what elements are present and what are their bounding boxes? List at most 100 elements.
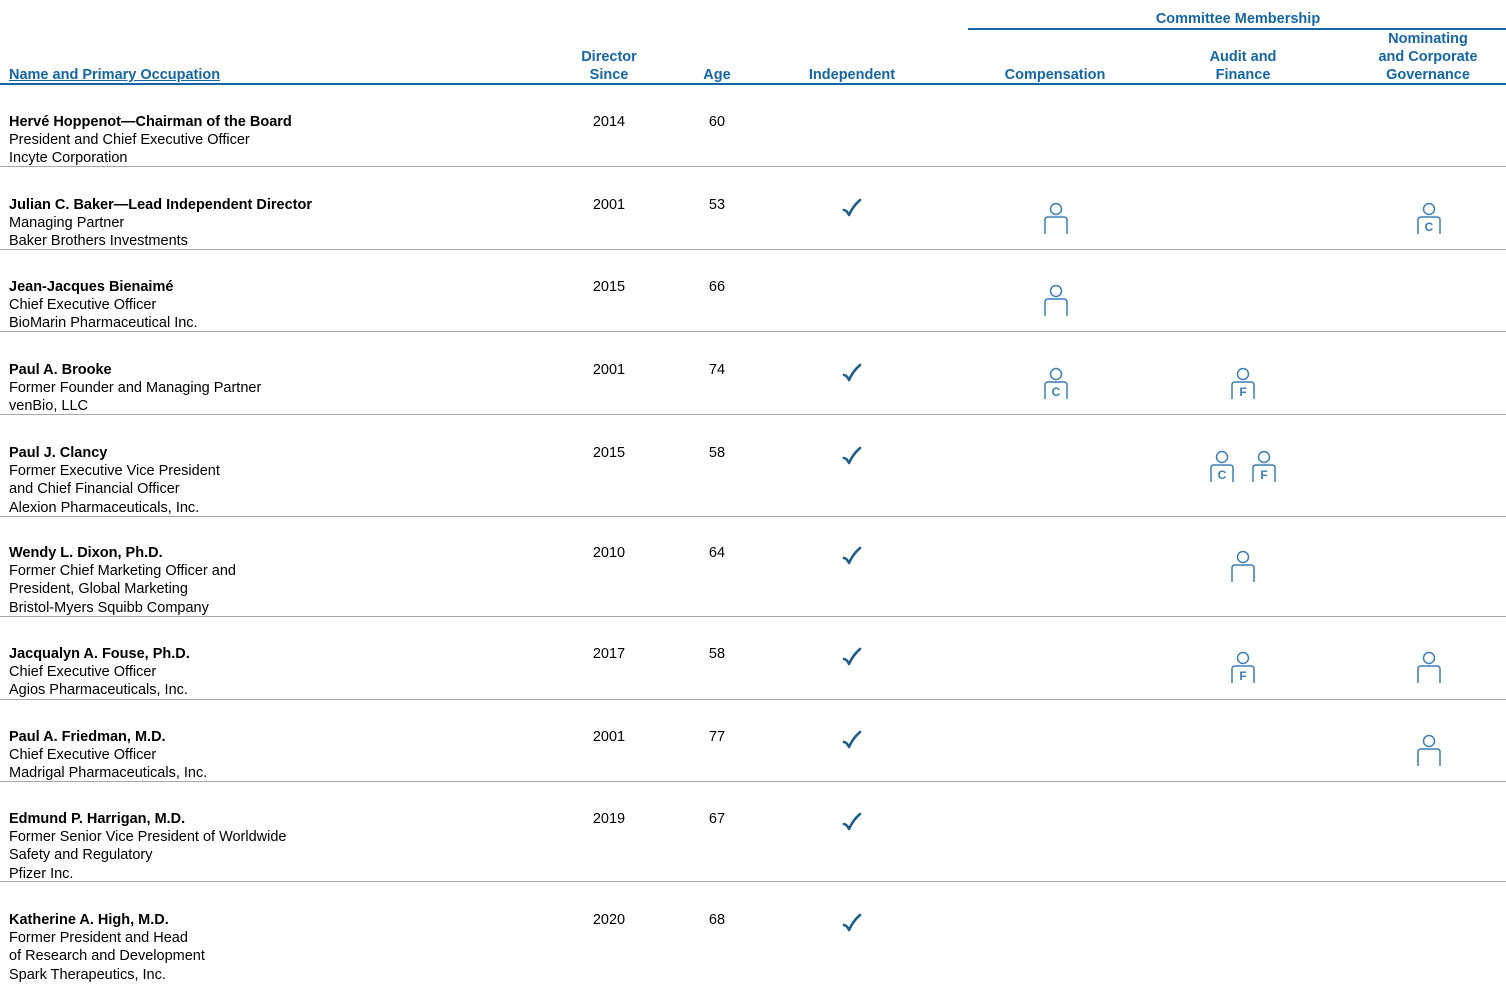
age-value: 64 [708, 545, 726, 561]
age-value: 67 [708, 811, 726, 827]
director-since-value: 2017 [592, 646, 626, 662]
director-occupation-line: BioMarin Pharmaceutical Inc. [9, 315, 198, 332]
director-occupation-line: President, Global Marketing [9, 581, 188, 598]
director-since-value: 2001 [592, 362, 626, 378]
independent-checkmark-icon [841, 198, 863, 218]
director-name: Edmund P. Harrigan, M.D. [9, 811, 186, 827]
independent-checkmark-icon [841, 446, 863, 466]
row-separator [0, 414, 1506, 415]
director-name: Hervé Hoppenot—Chairman of the Board [9, 114, 292, 130]
director-name: Paul A. Brooke [9, 362, 112, 378]
director-occupation-line: Baker Brothers Investments [9, 233, 188, 250]
director-since-value: 2015 [592, 279, 626, 295]
nominating-member-icon [1414, 649, 1444, 685]
compensation-header: Compensation [1004, 67, 1106, 83]
row-separator [0, 249, 1506, 250]
age-value: 58 [708, 646, 726, 662]
director-occupation-line: Safety and Regulatory [9, 847, 153, 864]
director-name: Katherine A. High, M.D. [9, 912, 169, 928]
independent-checkmark-icon [841, 363, 863, 383]
director-occupation-line: President and Chief Executive Officer [9, 132, 250, 149]
committee-membership-heading: Committee Membership [1155, 11, 1321, 27]
nominating-member-icon [1414, 732, 1444, 768]
nominating-governance-header: Nominating and Corporate Governance [1358, 30, 1498, 84]
director-since-value: 2015 [592, 445, 626, 461]
age-value: 66 [708, 279, 726, 295]
svg-text:F: F [1260, 468, 1267, 482]
svg-text:F: F [1239, 385, 1246, 399]
name-column-header: Name and Primary Occupation [9, 67, 221, 83]
director-occupation-line: Madrigal Pharmaceuticals, Inc. [9, 765, 208, 782]
director-name: Jean-Jacques Bienaimé [9, 279, 174, 295]
age-value: 74 [708, 362, 726, 378]
audit-header-line1: Audit and [1209, 49, 1277, 65]
row-separator [0, 166, 1506, 167]
audit-financial-expert-icon: F [1228, 365, 1258, 401]
audit-financial-expert-icon: F [1228, 649, 1258, 685]
director-name-cell: Julian C. Baker—Lead Independent Directo… [9, 196, 312, 251]
age-value: 58 [708, 445, 726, 461]
director-occupation-line: Former President and Head [9, 930, 188, 947]
director-name: Paul J. Clancy [9, 445, 108, 461]
director-occupation-line: Spark Therapeutics, Inc. [9, 966, 166, 983]
age-value: 60 [708, 114, 726, 130]
independent-checkmark-icon [841, 812, 863, 832]
director-name: Julian C. Baker—Lead Independent Directo… [9, 197, 312, 213]
director-since-header: Director Since [559, 48, 659, 84]
row-separator [0, 331, 1506, 332]
director-name-cell: Hervé Hoppenot—Chairman of the Board Pres… [9, 113, 292, 168]
director-occupation-line: Bristol-Myers Squibb Company [9, 599, 209, 616]
director-occupation-line: Chief Executive Officer [9, 747, 157, 764]
nominating-header-line2: and Corporate [1378, 49, 1478, 65]
age-value: 53 [708, 197, 726, 213]
director-since-value: 2020 [592, 912, 626, 928]
director-name-cell: Wendy L. Dixon, Ph.D. Former Chief Market… [9, 544, 236, 617]
director-since-value: 2001 [592, 197, 626, 213]
header-rule [0, 83, 1506, 85]
row-separator [0, 781, 1506, 782]
director-occupation-line: Former Executive Vice President [9, 463, 220, 480]
age-header: Age [703, 67, 731, 83]
director-occupation-line: and Chief Financial Officer [9, 481, 180, 498]
director-name-cell: Katherine A. High, M.D. Former President … [9, 911, 205, 984]
director-occupation-line: Former Chief Marketing Officer and [9, 563, 236, 580]
row-separator [0, 881, 1506, 882]
audit-finance-header: Audit and Finance [1183, 48, 1303, 84]
svg-text:C: C [1425, 220, 1434, 234]
director-name-cell: Paul A. Brooke Former Founder and Managin… [9, 361, 261, 416]
director-name-cell: Paul J. Clancy Former Executive Vice Pres… [9, 444, 220, 517]
independent-checkmark-icon [841, 647, 863, 667]
director-name-cell: Jean-Jacques Bienaimé Chief Executive Off… [9, 278, 198, 333]
director-occupation-line: Former Senior Vice President of Worldwid… [9, 829, 287, 846]
audit-chair-icon: C [1207, 448, 1237, 484]
director-since-header-line2: Since [589, 67, 629, 83]
row-separator [0, 516, 1506, 517]
nominating-header-line1: Nominating [1388, 31, 1468, 47]
nominating-header-line3: Governance [1386, 67, 1470, 83]
row-separator [0, 699, 1506, 700]
director-since-header-line1: Director [581, 49, 637, 65]
director-since-value: 2001 [592, 729, 626, 745]
director-since-value: 2014 [592, 114, 626, 130]
director-since-value: 2010 [592, 545, 626, 561]
row-separator [0, 616, 1506, 617]
director-occupation-line: Former Founder and Managing Partner [9, 380, 262, 397]
director-occupation-line: of Research and Development [9, 948, 205, 965]
independent-checkmark-icon [841, 730, 863, 750]
compensation-member-icon [1041, 200, 1071, 236]
independent-checkmark-icon [841, 913, 863, 933]
director-since-value: 2019 [592, 811, 626, 827]
svg-text:C: C [1052, 385, 1061, 399]
audit-header-line2: Finance [1215, 67, 1271, 83]
director-occupation-line: venBio, LLC [9, 398, 88, 415]
compensation-member-icon [1041, 282, 1071, 318]
director-occupation-line: Chief Executive Officer [9, 297, 157, 314]
director-name-cell: Paul A. Friedman, M.D. Chief Executive Of… [9, 728, 207, 783]
svg-text:C: C [1218, 468, 1227, 482]
director-name-cell: Edmund P. Harrigan, M.D. Former Senior Vi… [9, 810, 287, 883]
audit-member-icon [1228, 548, 1258, 584]
independent-checkmark-icon [841, 546, 863, 566]
svg-text:F: F [1239, 669, 1246, 683]
director-name: Jacqualyn A. Fouse, Ph.D. [9, 646, 190, 662]
audit-financial-expert-icon: F [1249, 448, 1279, 484]
